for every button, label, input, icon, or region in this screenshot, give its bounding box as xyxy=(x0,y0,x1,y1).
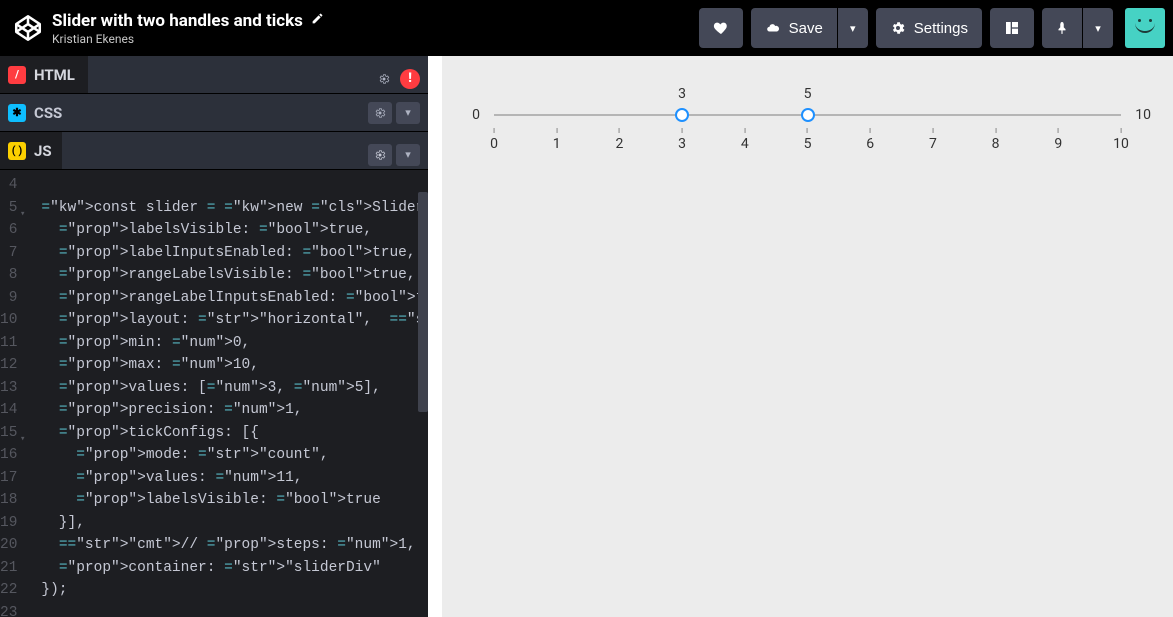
editor-column: / HTML ! ✱ CSS ▾ xyxy=(0,56,442,617)
js-editor[interactable]: 4567891011121314151617181920212223 ="kw"… xyxy=(0,170,428,617)
header: Slider with two handles and ticks Kristi… xyxy=(0,0,1173,56)
slider-tick: 8 xyxy=(992,136,1000,152)
slider-tick: 7 xyxy=(929,136,937,152)
codepen-logo[interactable] xyxy=(12,12,44,44)
slider-tick: 2 xyxy=(615,136,623,152)
slider-tick: 10 xyxy=(1113,136,1129,152)
slider-tick: 3 xyxy=(678,136,686,152)
js-badge-icon: ( ) xyxy=(8,142,26,160)
slider-tick: 0 xyxy=(490,136,498,152)
slider-max-label[interactable]: 10 xyxy=(1127,107,1151,123)
save-split: Save ▾ xyxy=(751,8,868,48)
slider-handle[interactable] xyxy=(675,108,689,122)
save-button[interactable]: Save xyxy=(751,8,837,48)
slider-tick: 9 xyxy=(1054,136,1062,152)
settings-label: Settings xyxy=(914,20,968,37)
css-chevron-icon[interactable]: ▾ xyxy=(396,102,420,124)
slider-handle-label: 3 xyxy=(678,86,686,102)
slider-min-label[interactable]: 0 xyxy=(464,107,488,123)
layout-button[interactable] xyxy=(990,8,1034,48)
edit-title-icon[interactable] xyxy=(311,12,324,29)
html-badge-icon: / xyxy=(8,66,26,84)
panel-tab-js[interactable]: ( ) JS ▾ xyxy=(0,132,428,170)
html-error-badge[interactable]: ! xyxy=(400,69,420,89)
pen-author[interactable]: Kristian Ekenes xyxy=(52,32,699,46)
js-settings-icon[interactable] xyxy=(368,144,392,166)
css-badge-icon: ✱ xyxy=(8,104,26,122)
slider-widget[interactable]: 3 5 0 10 0 1 2 3 4 5 6 7 8 9 10 xyxy=(464,86,1151,156)
slider-tick: 6 xyxy=(866,136,874,152)
pen-title[interactable]: Slider with two handles and ticks xyxy=(52,11,303,31)
js-chevron-icon[interactable]: ▾ xyxy=(396,144,420,166)
save-label: Save xyxy=(789,20,823,37)
settings-button[interactable]: Settings xyxy=(876,8,982,48)
like-button[interactable] xyxy=(699,8,743,48)
pin-button[interactable] xyxy=(1042,8,1082,48)
slider-tick: 5 xyxy=(804,136,812,152)
save-dropdown[interactable]: ▾ xyxy=(838,8,868,48)
slider-handle-label: 5 xyxy=(804,86,812,102)
avatar[interactable] xyxy=(1125,8,1165,48)
panel-label-css: CSS xyxy=(34,104,62,122)
panel-tab-css[interactable]: ✱ CSS ▾ xyxy=(0,94,428,132)
slider-handle[interactable] xyxy=(801,108,815,122)
slider-tick: 1 xyxy=(553,136,561,152)
panel-label-js: JS xyxy=(34,142,52,160)
slider-track[interactable] xyxy=(494,114,1121,116)
scrollbar-thumb[interactable] xyxy=(418,192,428,412)
preview-pane: 3 5 0 10 0 1 2 3 4 5 6 7 8 9 10 xyxy=(442,56,1173,617)
html-settings-icon[interactable] xyxy=(372,68,396,90)
panel-tab-html[interactable]: / HTML ! xyxy=(0,56,428,94)
pin-split: ▾ xyxy=(1042,8,1113,48)
css-settings-icon[interactable] xyxy=(368,102,392,124)
slider-tick: 4 xyxy=(741,136,749,152)
panel-label-html: HTML xyxy=(34,66,75,84)
pin-dropdown[interactable]: ▾ xyxy=(1083,8,1113,48)
